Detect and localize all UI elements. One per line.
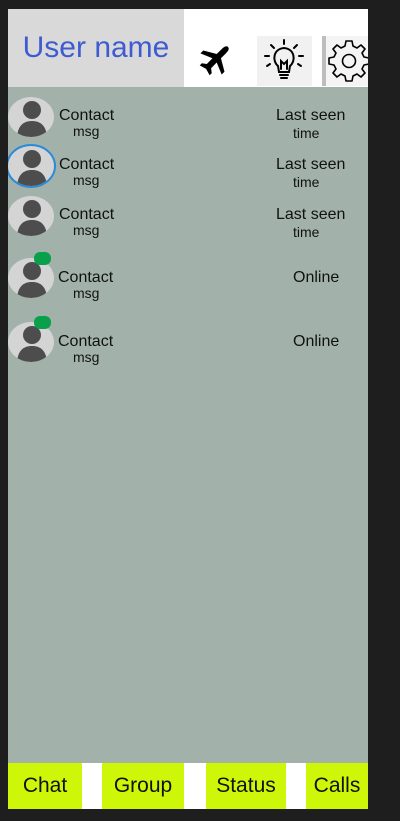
contact-status: Last seen	[276, 107, 346, 124]
contact-row[interactable]: Contact msg Online	[8, 252, 368, 304]
bottom-nav: Chat Group Status Calls	[8, 763, 368, 809]
contact-row[interactable]: Contact msg Online	[8, 316, 368, 368]
contact-row[interactable]: Contact msg Last seen time	[8, 146, 368, 192]
avatar	[8, 97, 54, 137]
lightbulb-icon	[264, 39, 304, 79]
nav-chat-button[interactable]: Chat	[8, 763, 82, 809]
contact-status: Last seen	[276, 156, 346, 173]
contact-msg: msg	[73, 222, 100, 238]
contact-status-detail: time	[293, 125, 320, 141]
person-icon	[17, 150, 47, 186]
contact-name: Contact	[58, 333, 114, 350]
contact-status: Last seen	[276, 206, 346, 223]
header: User name	[8, 9, 368, 87]
person-icon	[17, 200, 47, 236]
app-frame: User name Contact msg Last seen time Con…	[8, 9, 368, 809]
nav-status-button[interactable]: Status	[206, 763, 286, 809]
nav-group-button[interactable]: Group	[102, 763, 184, 809]
contact-list[interactable]: Contact msg Last seen time Contact msg L…	[8, 87, 368, 763]
avatar	[8, 146, 54, 186]
settings-button[interactable]	[322, 36, 368, 86]
contact-msg: msg	[73, 349, 100, 365]
contact-name: Contact	[59, 107, 115, 124]
online-indicator-icon	[34, 316, 51, 329]
contact-status-detail: time	[293, 224, 320, 240]
online-indicator-icon	[34, 252, 51, 265]
contact-name: Contact	[59, 156, 115, 173]
contact-status: Online	[293, 333, 340, 350]
contact-msg: msg	[73, 123, 100, 139]
nav-calls-button[interactable]: Calls	[306, 763, 368, 809]
contact-name: Contact	[59, 206, 115, 223]
username: User name	[22, 31, 170, 64]
contact-name: Contact	[58, 269, 114, 286]
contact-status-detail: time	[293, 174, 320, 190]
contact-msg: msg	[73, 285, 100, 301]
avatar	[8, 196, 54, 236]
person-icon	[17, 101, 47, 137]
contact-status: Online	[293, 269, 340, 286]
contact-row[interactable]: Contact msg Last seen time	[8, 196, 368, 242]
contact-msg: msg	[73, 172, 100, 188]
theme-bulb-button[interactable]	[257, 36, 312, 86]
contact-row[interactable]: Contact msg Last seen time	[8, 97, 368, 143]
gear-icon	[328, 40, 368, 82]
airplane-icon	[199, 46, 229, 76]
username-box[interactable]: User name	[8, 9, 184, 87]
airplane-mode-button[interactable]	[196, 37, 236, 81]
